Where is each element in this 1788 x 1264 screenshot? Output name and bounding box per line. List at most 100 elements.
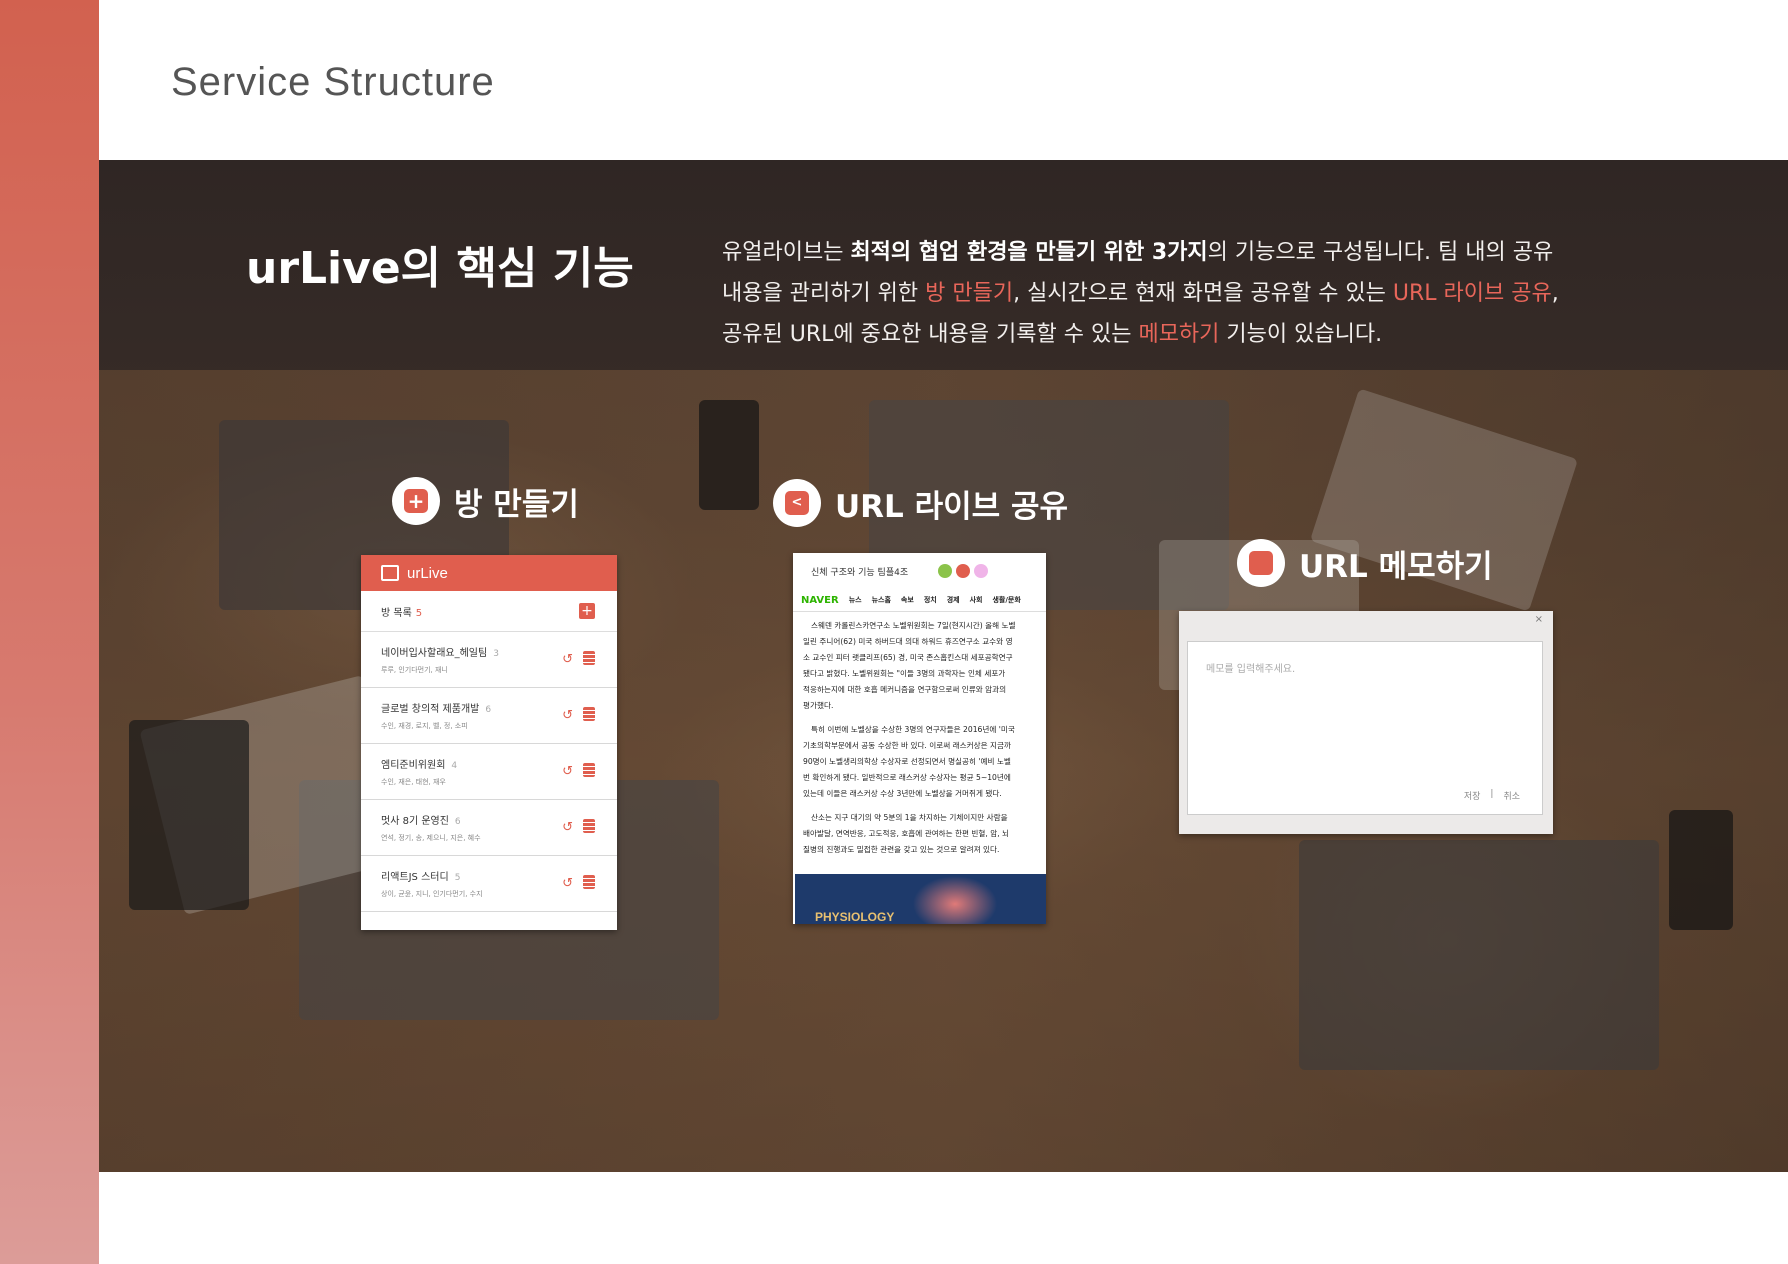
room-name: 네이버입사할래요_헤일팀 bbox=[381, 648, 488, 659]
cancel-button[interactable]: 취소 bbox=[1503, 789, 1520, 802]
room-list-card: urLive 방 목록 5 + 네이버입사할래요_헤일팀 3 루루, 인기다먼기, … bbox=[361, 555, 617, 930]
desc-text: , bbox=[1551, 281, 1559, 306]
memo-textarea[interactable]: 메모를 입력해주세요. 저장 | 취소 bbox=[1187, 641, 1543, 815]
news-article: 스웨덴 카롤린스카연구소 노벨위원회는 7일(현지시간) 올해 노벨일린 주니어… bbox=[793, 612, 1046, 866]
feature-share-label: < URL 라이브 공유 bbox=[773, 479, 1068, 527]
room-list: 네이버입사할래요_헤일팀 3 루루, 인기다먼기, 재니 ↺ 글로벌 창의적 제품… bbox=[361, 632, 617, 912]
history-icon[interactable]: ↺ bbox=[562, 764, 573, 779]
action-separator: | bbox=[1490, 789, 1494, 799]
close-icon[interactable]: × bbox=[1535, 614, 1543, 625]
feature-room-label: + 방 만들기 bbox=[392, 477, 579, 525]
room-name: 글로벌 창의적 제품개발 bbox=[381, 704, 480, 715]
room-list-header: 방 목록 5 + bbox=[361, 591, 617, 632]
share-title-bar: 신체 구조와 기능 팀플4조 bbox=[793, 553, 1046, 589]
article-line: 스웨덴 카롤린스카연구소 노벨위원회는 7일(현지시간) 올해 노벨 bbox=[811, 621, 1016, 630]
room-item[interactable]: 멋사 8기 운영진 6 연석, 정기, 송, 제으니, 지은, 혜수 ↺ bbox=[361, 800, 617, 856]
room-member-count: 6 bbox=[454, 817, 461, 827]
article-line: 번 확인하게 됐다. 일반적으로 래스커상 수상자는 평균 5~10년에 bbox=[803, 773, 1011, 782]
nav-link[interactable]: 생활/문화 bbox=[992, 595, 1020, 605]
article-line: 특히 이번에 노벨상을 수상한 3명의 연구자들은 2016년에 '미국 bbox=[811, 725, 1015, 734]
add-room-button[interactable]: + bbox=[579, 603, 595, 619]
room-name: 엠티준비위원회 bbox=[381, 760, 446, 771]
history-icon[interactable]: ↺ bbox=[562, 820, 573, 835]
room-name: 리액트JS 스터디 bbox=[381, 872, 449, 883]
article-line: 기초의학부문에서 공동 수상한 바 있다. 이로써 래스커상은 지금까 bbox=[803, 741, 1011, 750]
room-item[interactable]: 네이버입사할래요_헤일팀 3 루루, 인기다먼기, 재니 ↺ bbox=[361, 632, 617, 688]
nav-link[interactable]: 뉴스홈 bbox=[872, 595, 891, 605]
article-line: 90명이 노벨생리의학상 수상자로 선정되면서 명실공히 '예비 노벨 bbox=[803, 757, 1011, 766]
memo-icon bbox=[1237, 539, 1285, 587]
article-line: 평가했다. bbox=[803, 701, 834, 710]
feature-memo-label: URL 메모하기 bbox=[1237, 539, 1493, 587]
memo-placeholder: 메모를 입력해주세요. bbox=[1206, 664, 1296, 675]
save-button[interactable]: 저장 bbox=[1464, 789, 1481, 802]
laptop-shape bbox=[1299, 840, 1659, 1070]
live-share-card: 신체 구조와 기능 팀플4조 NAVER 뉴스 뉴스홈 속보 정치 경제 사회 … bbox=[793, 553, 1046, 924]
desc-text: 유얼라이브는 bbox=[722, 240, 851, 265]
urlive-logo[interactable]: urLive bbox=[407, 565, 448, 582]
room-count: 5 bbox=[415, 607, 423, 619]
room-members: 연석, 정기, 송, 제으니, 지은, 혜수 bbox=[381, 834, 481, 842]
desc-text: 내용을 관리하기 위한 bbox=[722, 281, 926, 306]
participant-avatars bbox=[938, 564, 989, 578]
desc-highlight: 방 만들기 bbox=[925, 281, 1014, 306]
article-line: 질병의 진행과도 밀접한 관련을 갖고 있는 것으로 알려져 있다. bbox=[803, 845, 1000, 854]
participant-avatar[interactable] bbox=[938, 564, 953, 578]
room-card-header: urLive bbox=[361, 555, 617, 591]
article-paragraph: 산소는 지구 대기의 약 5분의 1을 차지하는 기체이지만 사람을 배아발달,… bbox=[803, 810, 1042, 858]
article-line: 배아발달, 면역반응, 고도적응, 호흡에 관여하는 한편 빈혈, 암, 뇌 bbox=[803, 829, 1010, 838]
nav-link[interactable]: 뉴스 bbox=[849, 595, 862, 605]
feature-share-title: URL 라이브 공유 bbox=[835, 488, 1068, 525]
room-member-count: 4 bbox=[451, 761, 458, 771]
room-item[interactable]: 글로벌 창의적 제품개발 6 수인, 재경, 로지, 벨, 정, 소피 ↺ bbox=[361, 688, 617, 744]
article-line: 됐다고 밝혔다. 노벨위원회는 "이들 3명의 과학자는 인체 세포가 bbox=[803, 669, 1006, 678]
room-item[interactable]: 리액트JS 스터디 5 상이, 균윤, 지니, 인기다먼기, 수지 ↺ bbox=[361, 856, 617, 912]
room-members: 수인, 재은, 태현, 재우 bbox=[381, 778, 446, 786]
nav-link[interactable]: 속보 bbox=[901, 595, 914, 605]
share-room-title: 신체 구조와 기능 팀플4조 bbox=[811, 567, 909, 578]
naver-logo[interactable]: NAVER bbox=[801, 595, 839, 606]
article-line: 산소는 지구 대기의 약 5분의 1을 차지하는 기체이지만 사람을 bbox=[811, 813, 1008, 822]
desc-text: 공유된 URL에 중요한 내용을 기록할 수 있는 bbox=[722, 322, 1139, 347]
naver-nav: NAVER 뉴스 뉴스홈 속보 정치 경제 사회 생활/문화 bbox=[793, 589, 1046, 612]
desc-highlight: 메모하기 bbox=[1138, 322, 1220, 347]
phone-shape bbox=[699, 400, 759, 510]
feature-room-title: 방 만들기 bbox=[454, 486, 579, 523]
article-paragraph: 특히 이번에 노벨상을 수상한 3명의 연구자들은 2016년에 '미국기초의학… bbox=[803, 722, 1042, 802]
participant-avatar[interactable] bbox=[956, 564, 971, 578]
share-icon: < bbox=[773, 479, 821, 527]
article-line: 적응하는지에 대한 호흡 메커니즘을 연구함으로써 인류와 암과의 bbox=[803, 685, 1007, 694]
room-members: 상이, 균윤, 지니, 인기다먼기, 수지 bbox=[381, 890, 483, 898]
room-item[interactable]: 엠티준비위원회 4 수인, 재은, 태현, 재우 ↺ bbox=[361, 744, 617, 800]
history-icon[interactable]: ↺ bbox=[562, 708, 573, 723]
database-icon[interactable] bbox=[583, 763, 595, 777]
database-icon[interactable] bbox=[583, 651, 595, 665]
page-title: Service Structure bbox=[171, 60, 495, 104]
memo-card: × 메모를 입력해주세요. 저장 | 취소 bbox=[1179, 611, 1553, 834]
nav-link[interactable]: 경제 bbox=[947, 595, 960, 605]
plus-icon: + bbox=[392, 477, 440, 525]
room-member-count: 6 bbox=[485, 705, 492, 715]
participant-avatar[interactable] bbox=[974, 564, 989, 578]
article-line: 소 교수인 피터 랫클리프(65) 경, 미국 존스홉킨스대 세포공학연구 bbox=[803, 653, 1013, 662]
nav-link[interactable]: 정치 bbox=[924, 595, 937, 605]
article-paragraph: 스웨덴 카롤린스카연구소 노벨위원회는 7일(현지시간) 올해 노벨일린 주니어… bbox=[803, 618, 1042, 714]
history-icon[interactable]: ↺ bbox=[562, 652, 573, 667]
phone-shape bbox=[1669, 810, 1733, 930]
history-icon[interactable]: ↺ bbox=[562, 876, 573, 891]
desc-emphasis: 최적의 협업 환경을 만들기 위한 3가지 bbox=[850, 240, 1208, 265]
database-icon[interactable] bbox=[583, 707, 595, 721]
article-image: PHYSIOLOGY bbox=[795, 874, 1046, 924]
tablet-shape bbox=[129, 720, 249, 910]
article-line: 일린 주니어(62) 미국 하버드대 의대 하워드 휴즈연구소 교수와 영 bbox=[803, 637, 1013, 646]
database-icon[interactable] bbox=[583, 875, 595, 889]
nav-link[interactable]: 사회 bbox=[970, 595, 983, 605]
desc-text: 기능이 있습니다. bbox=[1219, 322, 1383, 347]
section-heading: urLive의 핵심 기능 bbox=[246, 243, 634, 294]
room-list-title: 방 목록 bbox=[381, 607, 412, 619]
room-members: 수인, 재경, 로지, 벨, 정, 소피 bbox=[381, 722, 468, 730]
section-description: 유얼라이브는 최적의 협업 환경을 만들기 위한 3가지의 기능으로 구성됩니다… bbox=[722, 232, 1582, 355]
database-icon[interactable] bbox=[583, 819, 595, 833]
image-caption: PHYSIOLOGY bbox=[815, 910, 895, 924]
room-member-count: 5 bbox=[454, 873, 461, 883]
